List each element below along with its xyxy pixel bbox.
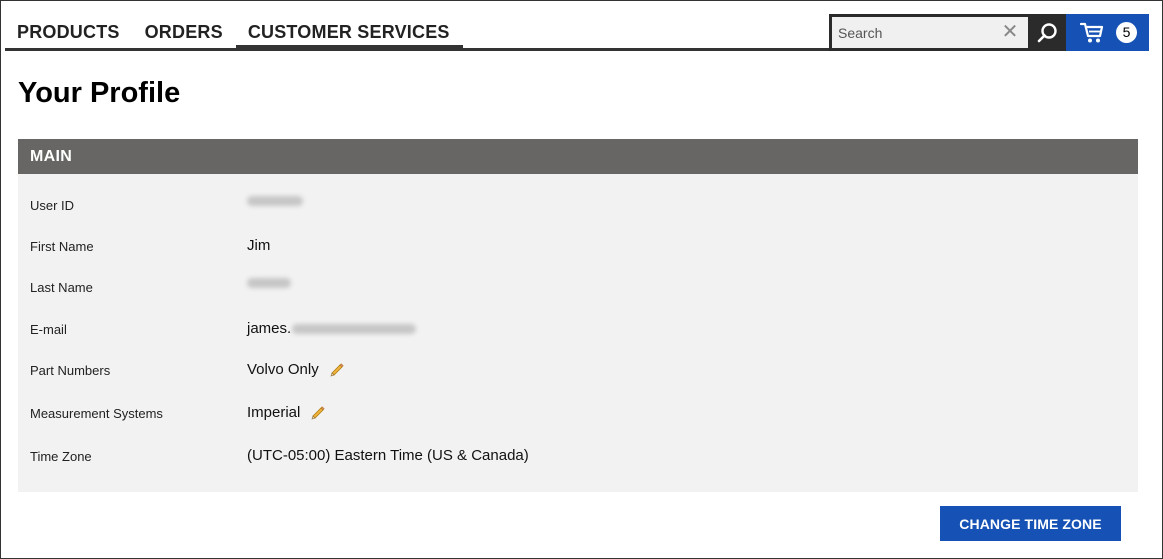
field-row-part-numbers: Part Numbers Volvo Only [18,359,1138,383]
nav-products[interactable]: PRODUCTS [5,14,133,49]
panel-header: MAIN [18,139,1138,174]
page-title: Your Profile [18,77,181,109]
field-label: Time Zone [30,449,92,464]
field-value: (UTC-05:00) Eastern Time (US & Canada) [247,447,529,464]
main-nav: PRODUCTS ORDERS CUSTOMER SERVICES [5,14,463,50]
field-label: Measurement Systems [30,406,163,421]
field-label: E-mail [30,322,67,337]
top-bar: PRODUCTS ORDERS CUSTOMER SERVICES ✕ [1,1,1162,51]
cart-button[interactable]: 5 [1066,14,1149,51]
field-row-first-name: First Name Jim [18,235,1138,259]
change-time-zone-button[interactable]: CHANGE TIME ZONE [940,506,1121,541]
field-row-measurement-systems: Measurement Systems Imperial [18,402,1138,426]
nav-customer-services[interactable]: CUSTOMER SERVICES [235,14,463,49]
search-icon[interactable] [1032,19,1062,46]
field-value: Imperial [247,404,301,421]
field-row-time-zone: Time Zone (UTC-05:00) Eastern Time (US &… [18,445,1138,469]
cart-icon [1079,22,1104,49]
field-label: Last Name [30,280,93,295]
search-box: ✕ [829,14,1066,51]
email-redacted [292,323,417,334]
field-row-last-name: Last Name [18,276,1138,300]
pencil-icon[interactable] [310,405,326,421]
field-label: Part Numbers [30,363,111,378]
field-label: User ID [30,198,75,213]
cart-count-badge: 5 [1116,22,1137,43]
field-row-user-id: User ID [18,194,1138,218]
field-value: james. [247,320,417,337]
field-value: Jim [247,237,271,254]
field-label: First Name [30,239,94,254]
field-value: Volvo Only [247,361,319,378]
close-icon[interactable]: ✕ [999,21,1021,43]
nav-orders[interactable]: ORDERS [133,14,236,49]
pencil-icon[interactable] [329,362,345,378]
main-panel: MAIN User ID First Name Jim Last Name E-… [18,139,1138,492]
field-value-redacted [247,278,291,288]
app-window: PRODUCTS ORDERS CUSTOMER SERVICES ✕ [0,0,1163,559]
field-value-redacted [247,196,303,206]
field-row-email: E-mail james. [18,318,1138,342]
email-prefix: james. [247,320,292,337]
